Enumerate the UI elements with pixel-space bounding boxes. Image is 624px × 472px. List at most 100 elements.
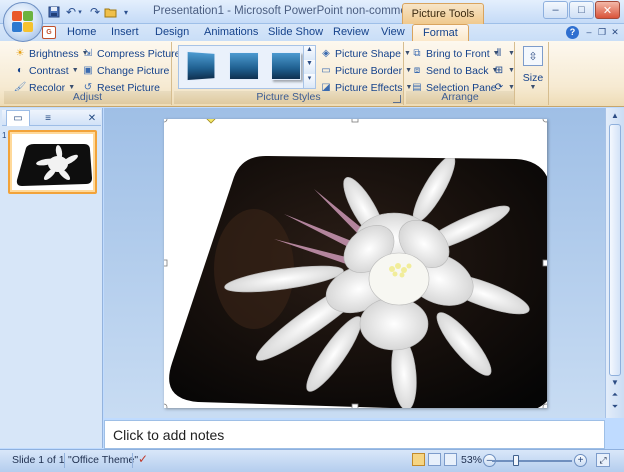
window-controls: – □ ✕ [543,1,620,19]
size-group[interactable]: ⇳ Size ▼ [517,42,549,105]
tab-view[interactable]: View [381,26,405,38]
group-button[interactable]: ⊞ ▼ [493,63,515,78]
picture-shape-label: Picture Shape [335,47,401,60]
bring-to-front-button[interactable]: ⧉ Bring to Front ▼ [411,46,499,61]
compress-pictures-button[interactable]: ⇲ Compress Pictures [82,46,186,61]
arrange-group: ⧉ Bring to Front ▼ ⧈ Send to Back ▼ ▤ Se… [406,42,515,105]
tab-animations[interactable]: Animations [204,26,258,38]
adjustment-handle[interactable] [206,114,216,124]
slides-pane: ▭ ≡ ✕ 1 [0,108,103,448]
tab-review[interactable]: Review [333,26,369,38]
office-button[interactable] [3,2,43,42]
change-picture-button[interactable]: ▣ Change Picture [82,63,169,78]
theme-name: "Office Theme" [68,454,139,466]
slide-thumbnail[interactable] [8,130,97,194]
gallery-more-icon[interactable]: ▾ [303,74,315,88]
picture-shape-button[interactable]: ◈ Picture Shape ▼ [320,46,411,61]
notes-pane[interactable]: Click to add notes [104,420,605,449]
picture-style-3[interactable] [271,52,301,80]
close-button[interactable]: ✕ [595,1,620,19]
ribbon: ☀ Brightness ▼ ◐ Contrast ▼ 🖌 Recolor ▼ … [0,41,624,107]
dialog-launcher-icon[interactable] [393,95,401,103]
redo-icon[interactable]: ↷ [87,4,103,20]
sun-icon: ☀ [15,48,25,59]
send-back-icon: ⧈ [413,65,421,76]
picture-styles-group: ▲ ▼ ▾ ◈ Picture Shape ▼ ▭ Picture Border… [174,42,412,105]
picture-border-label: Picture Border [335,64,403,77]
minimize-button[interactable]: – [543,1,568,19]
bring-to-front-label: Bring to Front [426,47,490,60]
tab-home[interactable]: Home [67,26,96,38]
spelling-check-icon[interactable]: ✓ [138,452,148,466]
help-icon[interactable]: ? [566,26,579,39]
save-icon[interactable] [46,4,62,20]
maximize-button[interactable]: □ [569,1,594,19]
picture-style-1[interactable] [186,50,216,82]
selected-picture[interactable] [160,114,558,413]
tab-slide-show[interactable]: Slide Show [268,26,323,38]
contrast-icon: ◐ [16,65,24,76]
scroll-up-icon[interactable]: ▲ [608,109,622,123]
tab-insert[interactable]: Insert [111,26,139,38]
chevron-down-icon: ▼ [529,84,537,91]
pane-tabs: ▭ ≡ ✕ [2,110,101,126]
group-icon: ⊞ [494,65,504,76]
outline-tab-icon[interactable]: ≡ [36,110,60,126]
picture-style-2[interactable] [229,52,259,80]
office-logo-icon [12,11,34,33]
picture-styles-group-label: Picture Styles [174,91,403,104]
slides-tab-icon[interactable]: ▭ [6,110,30,126]
slide-count: Slide 1 of 1 [12,454,65,466]
adjust-group-label: Adjust [4,91,171,104]
normal-view-icon[interactable] [412,453,425,466]
align-button[interactable]: ⫴ ▼ [493,46,515,61]
send-to-back-label: Send to Back [426,64,489,77]
gallery-up-icon[interactable]: ▲ [303,46,315,60]
fit-to-window-icon[interactable]: ⤢ [596,453,610,467]
next-slide-icon[interactable]: ⏷ [608,400,622,414]
ribbon-minimize-icon[interactable]: – [583,27,595,38]
open-icon[interactable] [102,4,118,20]
slide-thumbnail-preview [12,134,93,190]
contrast-label: Contrast [29,64,69,77]
status-separator [64,453,65,468]
ribbon-tabs: G Home Insert Design Animations Slide Sh… [0,24,624,42]
ribbon-restore-icon[interactable]: ❐ [596,27,608,38]
tab-format[interactable]: Format [412,24,469,42]
notes-placeholder: Click to add notes [113,427,225,443]
picture-styles-gallery: ▲ ▼ ▾ [178,45,316,89]
undo-dropdown-icon[interactable]: ▾ [76,4,84,20]
align-icon: ⫴ [496,48,502,59]
slide-show-view-icon[interactable] [444,453,457,466]
send-to-back-button[interactable]: ⧈ Send to Back ▼ [411,63,499,78]
customize-icon[interactable]: ▾ [118,4,134,20]
zoom-in-icon[interactable]: + [574,454,587,467]
chevron-down-icon: ▼ [508,67,515,74]
vertical-scrollbar[interactable]: ▲ ▼ ⏶ ⏷ [605,108,624,418]
brightness-button[interactable]: ☀ Brightness ▼ [14,46,89,61]
slide-canvas[interactable] [160,114,558,413]
zoom-level[interactable]: 53% [461,454,482,466]
chevron-down-icon: ▼ [508,84,515,91]
size-icon: ⇳ [523,46,543,66]
scrollbar-thumb[interactable] [609,124,621,376]
add-in-icon[interactable]: G [42,26,56,39]
tab-design[interactable]: Design [155,26,189,38]
pane-close-icon[interactable]: ✕ [86,110,98,126]
ribbon-close-icon[interactable]: ✕ [609,27,621,38]
picture-tools-label: Picture Tools [402,3,484,24]
adjust-group: ☀ Brightness ▼ ◐ Contrast ▼ 🖌 Recolor ▼ … [4,42,186,105]
change-picture-label: Change Picture [97,64,170,77]
zoom-slider[interactable] [492,460,572,462]
slide-sorter-view-icon[interactable] [428,453,441,466]
status-bar: Slide 1 of 1 "Office Theme" ✓ 53% – + ⤢ [0,449,624,472]
contrast-button[interactable]: ◐ Contrast ▼ [14,63,79,78]
shape-icon: ◈ [322,48,330,59]
picture-border-button[interactable]: ▭ Picture Border ▼ [320,63,412,78]
chevron-down-icon: ▼ [68,84,76,91]
chevron-down-icon: ▼ [71,67,79,74]
title-bar: ↶ ▾ ↷ ▾ Presentation1 - Microsoft PowerP… [0,0,624,24]
gallery-down-icon[interactable]: ▼ [303,60,315,74]
zoom-slider-knob[interactable] [513,455,519,466]
size-label: Size [522,72,544,84]
